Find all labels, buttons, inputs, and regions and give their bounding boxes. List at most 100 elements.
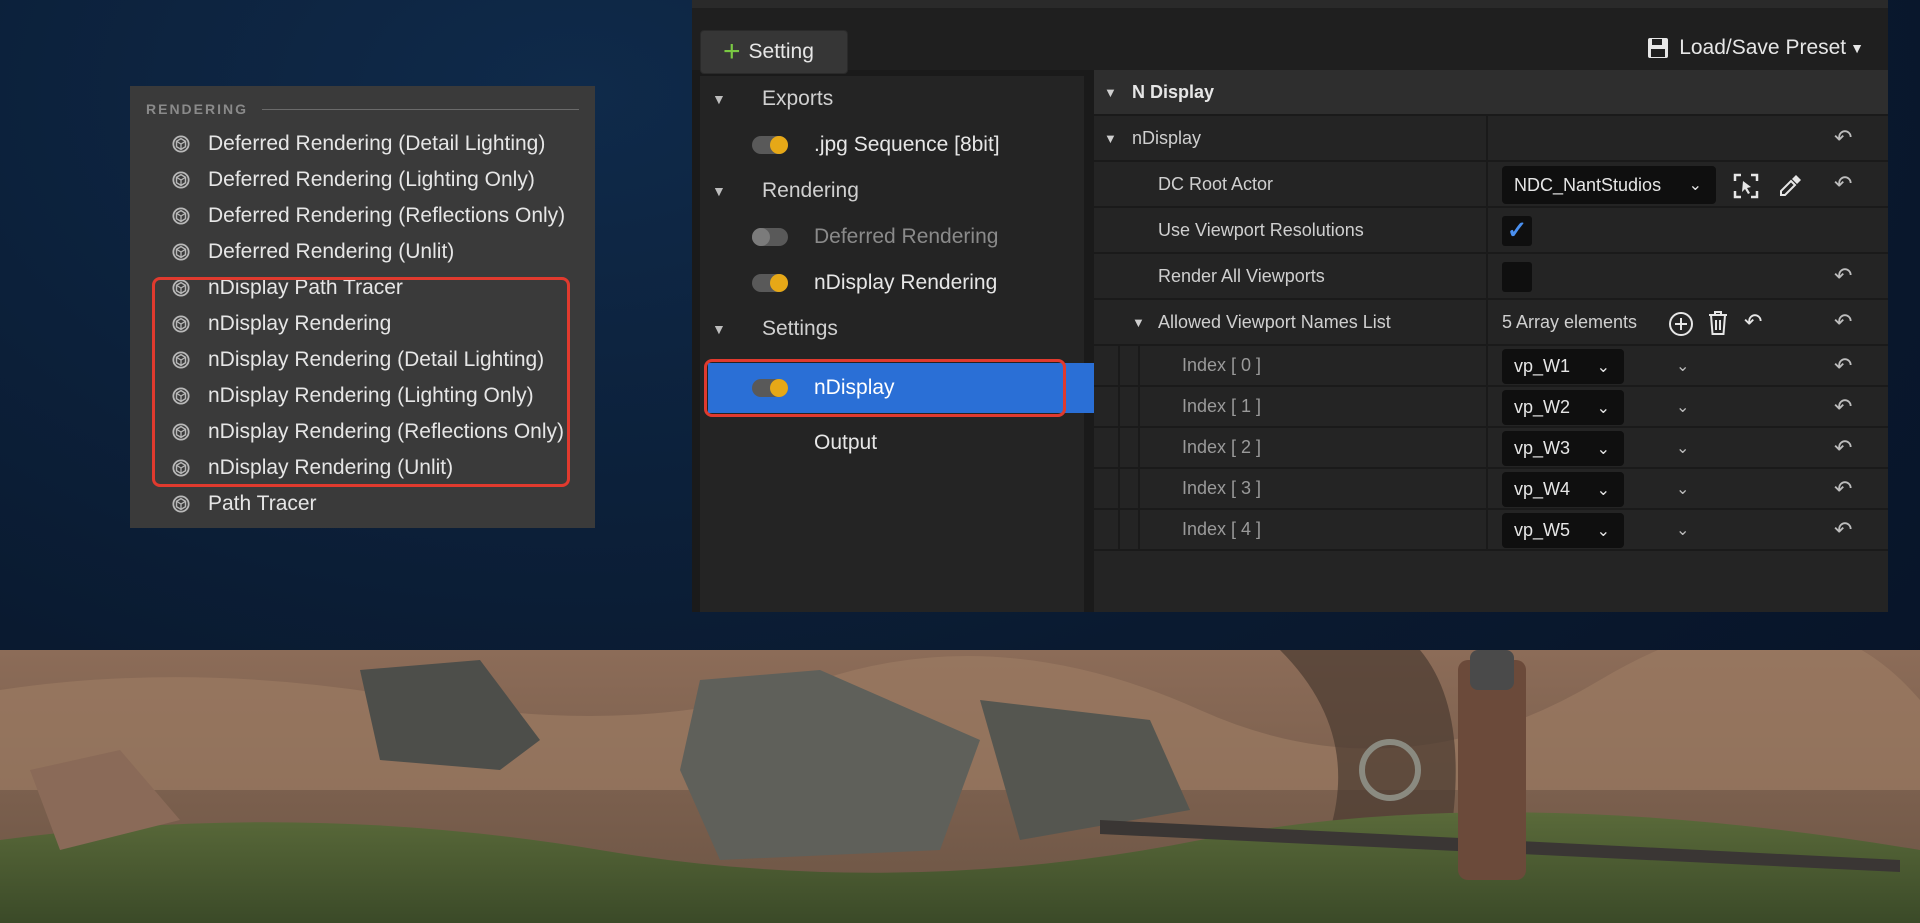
group-title: N Display xyxy=(1132,81,1215,102)
property-label: Render All Viewports xyxy=(1158,265,1325,286)
render-pass-icon xyxy=(172,387,190,405)
chevron-down-icon: ▼ xyxy=(1850,40,1864,56)
chevron-down-icon[interactable]: ⌄ xyxy=(1676,397,1689,417)
enable-toggle[interactable] xyxy=(752,136,788,154)
settings-tree: ▼ Exports .jpg Sequence [8bit] ▼ Renderi… xyxy=(700,76,1186,612)
reset-arrow-icon[interactable]: ↶ xyxy=(1834,435,1852,461)
chevron-down-icon: ⌄ xyxy=(1596,481,1610,499)
collapse-triangle-icon: ▼ xyxy=(1104,84,1117,100)
dropdown-value: vp_W3 xyxy=(1514,438,1571,458)
root-actor-dropdown[interactable]: NDC_NantStudios ⌄ xyxy=(1502,166,1716,204)
rendering-option-label: nDisplay Path Tracer xyxy=(208,276,403,299)
viewport-name-dropdown[interactable]: vp_W3 ⌄ xyxy=(1502,431,1624,466)
tree-category-exports[interactable]: ▼ Exports xyxy=(700,76,1146,122)
eyedropper-icon[interactable] xyxy=(1776,172,1804,200)
tree-item-label: Deferred Rendering xyxy=(814,225,999,248)
render-pass-icon xyxy=(172,279,190,297)
rendering-option-item[interactable]: Deferred Rendering (Lighting Only) xyxy=(130,162,595,198)
collapse-triangle-icon: ▼ xyxy=(712,321,726,337)
rendering-section-header: RENDERING xyxy=(130,98,595,120)
collapse-triangle-icon: ▼ xyxy=(1132,314,1145,330)
rendering-option-item[interactable]: nDisplay Rendering (Unlit) xyxy=(130,450,595,486)
reset-arrow-icon[interactable]: ↶ xyxy=(1834,353,1852,379)
reset-arrow-icon[interactable]: ↶ xyxy=(1834,309,1852,335)
chevron-down-icon[interactable]: ⌄ xyxy=(1676,520,1689,540)
chevron-down-icon: ⌄ xyxy=(1596,522,1610,540)
tree-category-settings[interactable]: ▼ Settings xyxy=(700,306,1146,352)
rendering-option-item[interactable]: nDisplay Path Tracer xyxy=(130,270,595,306)
add-setting-button[interactable]: + Setting xyxy=(700,30,848,74)
select-actor-icon[interactable] xyxy=(1732,172,1760,200)
render-pass-icon xyxy=(172,459,190,477)
render-pass-icon xyxy=(172,423,190,441)
reset-arrow-icon[interactable]: ↶ xyxy=(1834,394,1852,420)
property-row-root-actor: DC Root Actor NDC_NantStudios ⌄ ↶ xyxy=(1094,162,1888,208)
rendering-option-item[interactable]: Deferred Rendering (Reflections Only) xyxy=(130,198,595,234)
render-pass-icon xyxy=(172,315,190,333)
subgroup-title: nDisplay xyxy=(1132,127,1202,148)
enable-toggle[interactable] xyxy=(752,228,788,246)
dropdown-value: vp_W1 xyxy=(1514,356,1571,376)
property-label: Use Viewport Resolutions xyxy=(1158,219,1364,240)
rendering-option-item[interactable]: Path Tracer xyxy=(130,486,595,522)
viewport-name-dropdown[interactable]: vp_W1 ⌄ xyxy=(1502,349,1624,384)
tree-category-rendering[interactable]: ▼ Rendering xyxy=(700,168,1146,214)
dropdown-value: NDC_NantStudios xyxy=(1514,174,1662,195)
render-pass-icon xyxy=(172,495,190,513)
scene-preview-image xyxy=(0,650,1920,923)
chevron-down-icon[interactable]: ⌄ xyxy=(1676,356,1689,376)
subgroup-header-ndisplay[interactable]: ▼ nDisplay ↶ xyxy=(1094,116,1888,162)
array-element-row: Index [ 2 ] vp_W3 ⌄ ⌄ ↶ xyxy=(1094,428,1888,469)
reset-arrow-icon[interactable]: ↶ xyxy=(1834,263,1852,289)
section-divider xyxy=(262,108,579,110)
reset-arrow-icon[interactable]: ↶ xyxy=(1834,476,1852,502)
load-save-preset-button[interactable]: Load/Save Preset ▼ xyxy=(1647,36,1864,60)
property-row-allowed-viewport-names[interactable]: ▼ Allowed Viewport Names List 5 Array el… xyxy=(1094,300,1888,346)
trash-icon[interactable] xyxy=(1706,310,1730,336)
group-header-n-display[interactable]: ▼ N Display xyxy=(1094,70,1888,116)
viewport-name-dropdown[interactable]: vp_W4 ⌄ xyxy=(1502,472,1624,507)
render-pass-icon xyxy=(172,351,190,369)
plus-icon: + xyxy=(723,35,741,68)
reset-array-icon[interactable]: ↶ xyxy=(1744,309,1762,335)
rendering-option-item[interactable]: Deferred Rendering (Detail Lighting) xyxy=(130,126,595,162)
render-settings-window: + Setting Load/Save Preset ▼ ▼ Exports .… xyxy=(692,0,1888,612)
dropdown-value: vp_W5 xyxy=(1514,520,1571,540)
rendering-option-label: Path Tracer xyxy=(208,492,317,515)
rendering-option-item[interactable]: nDisplay Rendering (Reflections Only) xyxy=(130,414,595,450)
rendering-option-label: nDisplay Rendering (Lighting Only) xyxy=(208,384,534,407)
viewport-name-dropdown[interactable]: vp_W2 ⌄ xyxy=(1502,390,1624,425)
rendering-option-label: nDisplay Rendering (Unlit) xyxy=(208,456,454,479)
rendering-option-item[interactable]: nDisplay Rendering (Detail Lighting) xyxy=(130,342,595,378)
rendering-option-label: Deferred Rendering (Reflections Only) xyxy=(208,204,566,227)
index-label: Index [ 1 ] xyxy=(1182,396,1262,416)
rendering-option-item[interactable]: nDisplay Rendering xyxy=(130,306,595,342)
render-pass-icon xyxy=(172,171,190,189)
array-element-row: Index [ 0 ] vp_W1 ⌄ ⌄ ↶ xyxy=(1094,346,1888,387)
reset-arrow-icon[interactable]: ↶ xyxy=(1834,125,1852,151)
viewport-name-dropdown[interactable]: vp_W5 ⌄ xyxy=(1502,513,1624,548)
property-label: Allowed Viewport Names List xyxy=(1158,311,1391,332)
render-all-viewports-checkbox[interactable] xyxy=(1502,262,1532,292)
rendering-option-item[interactable]: nDisplay Rendering (Lighting Only) xyxy=(130,378,595,414)
chevron-down-icon[interactable]: ⌄ xyxy=(1676,479,1689,499)
use-viewport-resolutions-checkbox[interactable] xyxy=(1502,216,1532,246)
tree-item-label: Output xyxy=(814,431,878,454)
chevron-down-icon: ⌄ xyxy=(1596,399,1610,417)
enable-toggle[interactable] xyxy=(752,274,788,292)
add-setting-label: Setting xyxy=(748,40,814,63)
chevron-down-icon: ⌄ xyxy=(1596,440,1610,458)
render-pass-icon xyxy=(172,243,190,261)
dropdown-value: vp_W2 xyxy=(1514,397,1571,417)
rendering-option-label: nDisplay Rendering (Detail Lighting) xyxy=(208,348,545,371)
selection-highlight-box xyxy=(704,359,1066,417)
rendering-option-item[interactable]: Deferred Rendering (Unlit) xyxy=(130,234,595,270)
reset-arrow-icon[interactable]: ↶ xyxy=(1834,171,1852,197)
add-element-icon[interactable] xyxy=(1668,311,1694,337)
chevron-down-icon[interactable]: ⌄ xyxy=(1676,438,1689,458)
reset-arrow-icon[interactable]: ↶ xyxy=(1834,517,1852,543)
rendering-option-label: nDisplay Rendering (Reflections Only) xyxy=(208,420,564,443)
rendering-option-label: Deferred Rendering (Lighting Only) xyxy=(208,168,535,191)
collapse-triangle-icon: ▼ xyxy=(1104,130,1117,146)
index-label: Index [ 0 ] xyxy=(1182,355,1262,375)
